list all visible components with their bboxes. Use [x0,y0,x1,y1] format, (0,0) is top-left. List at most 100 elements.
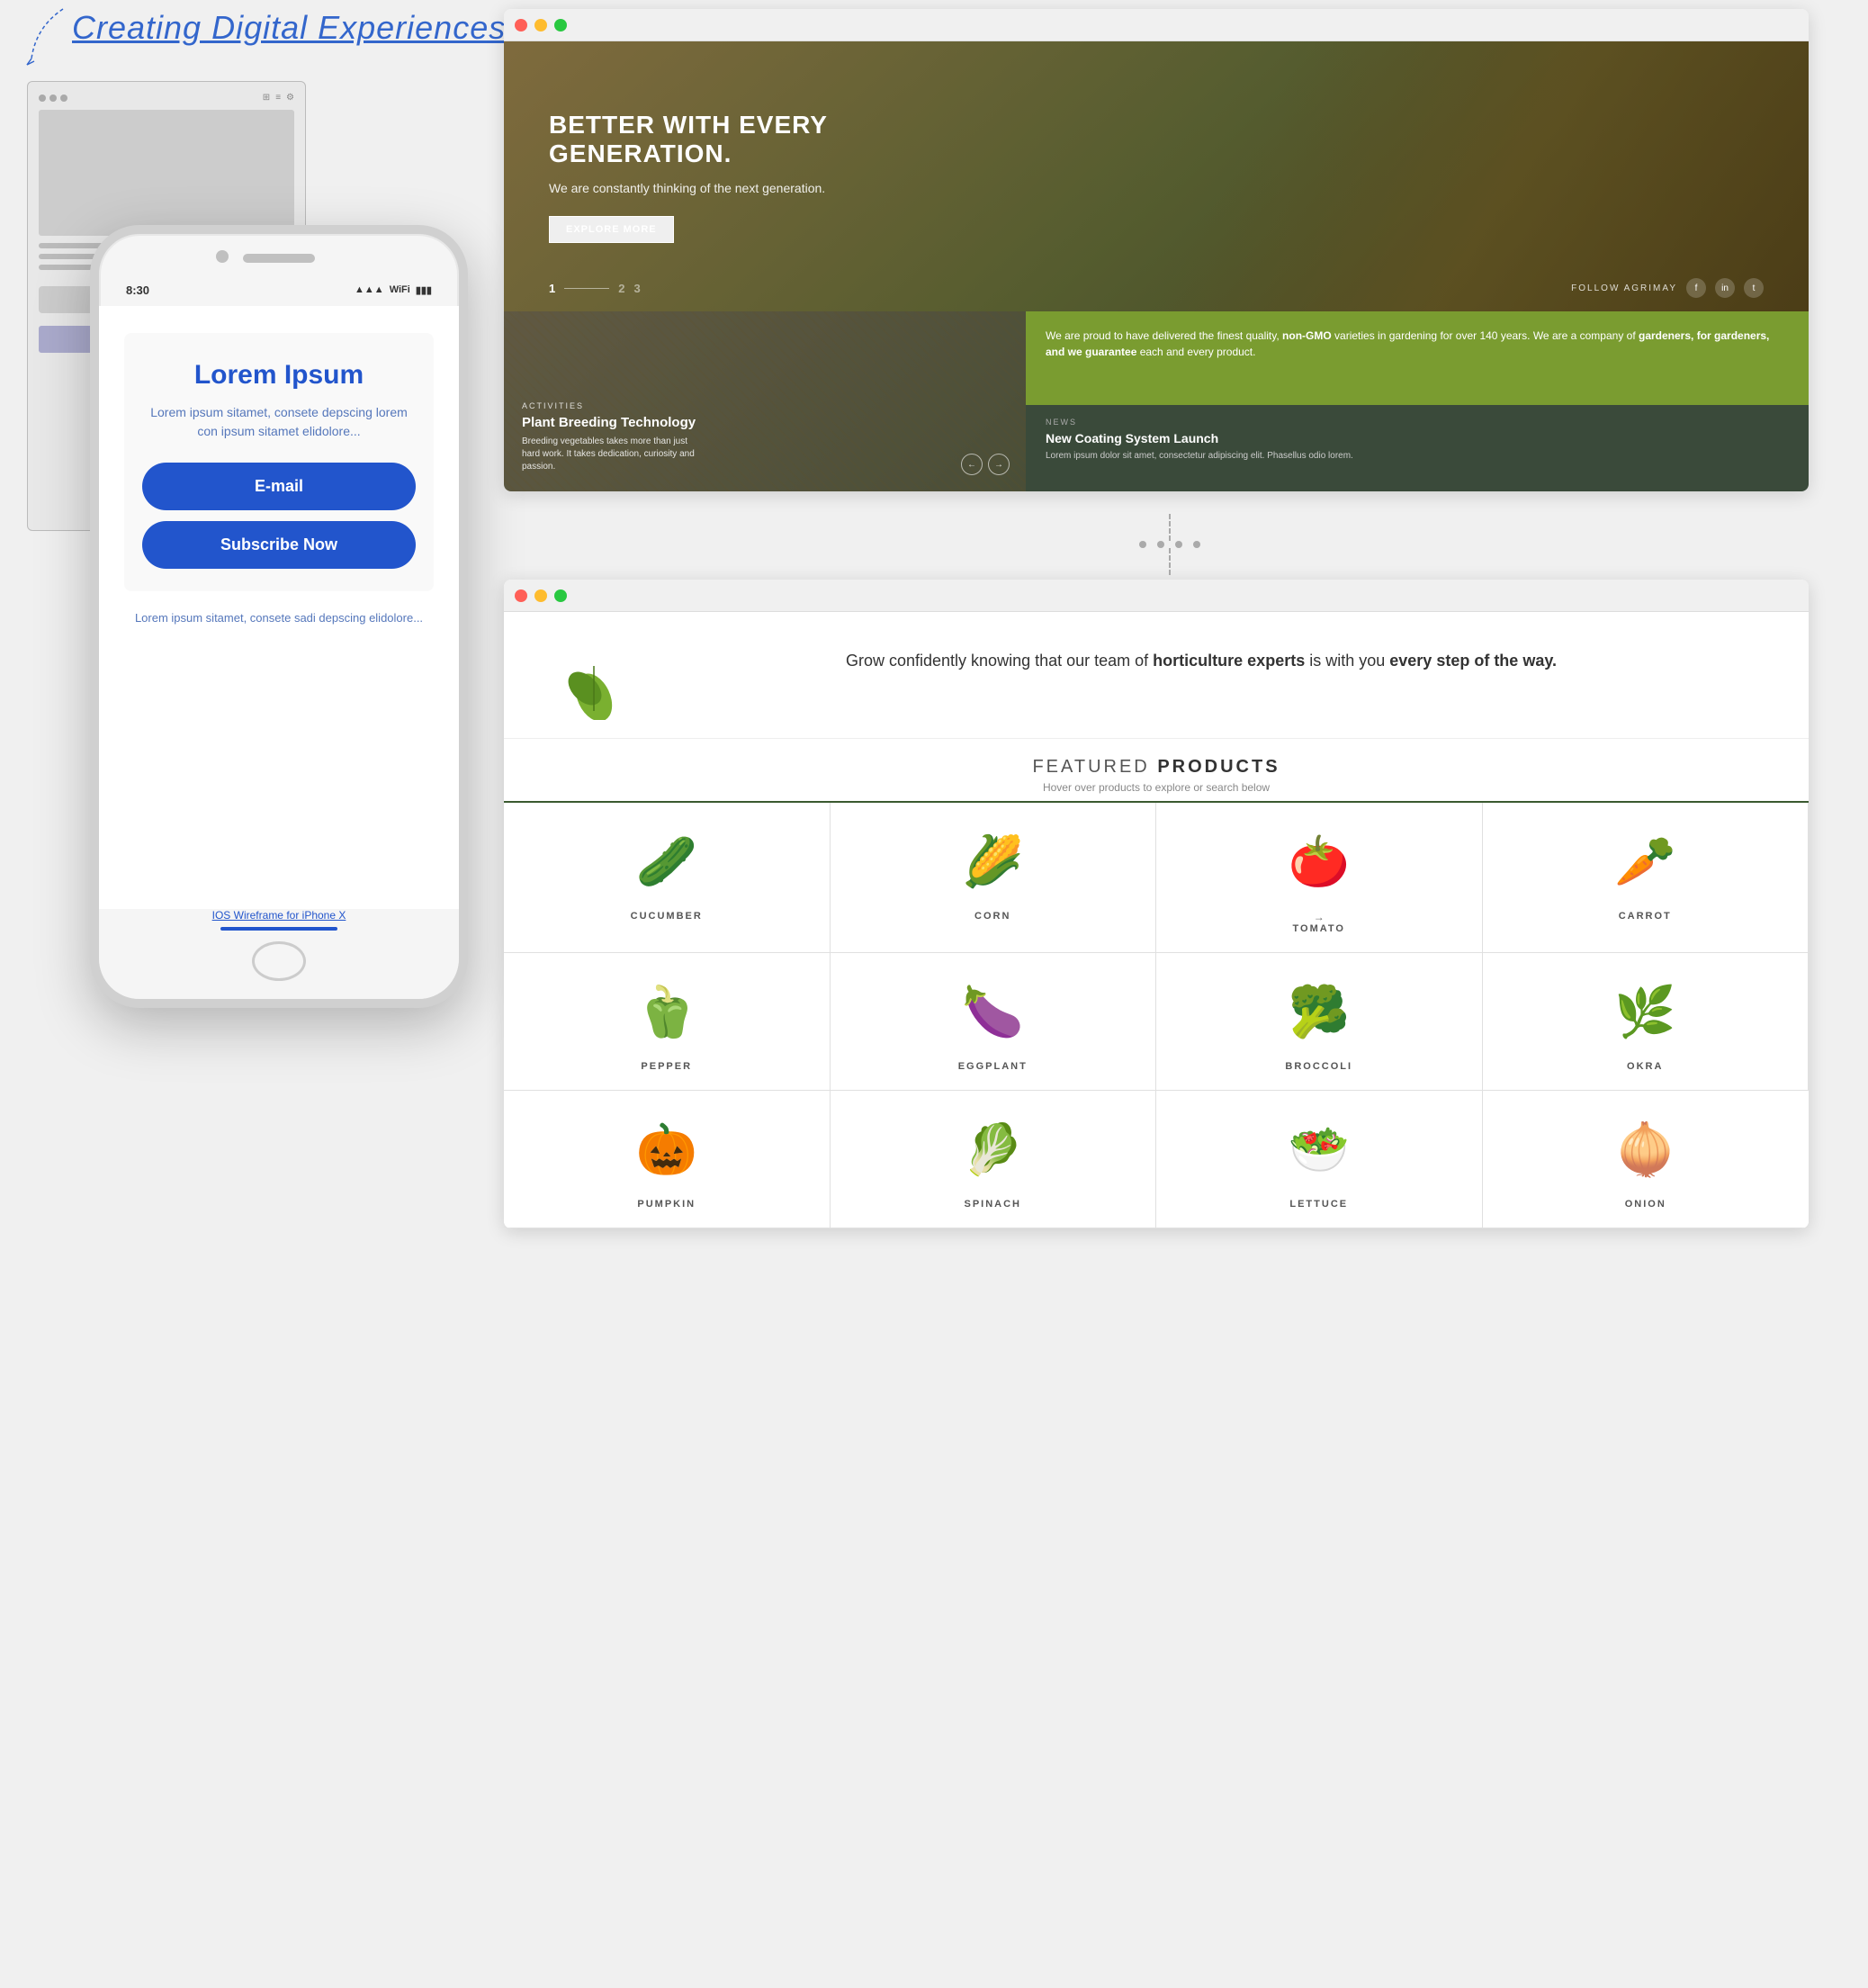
product-icon-area: 🥬 [844,1109,1143,1190]
product-icon-area: 🥕 [1496,821,1795,902]
product-cell-onion[interactable]: 🧅ONION [1483,1091,1810,1228]
browser-titlebar-2 [504,580,1809,612]
product-cell-lettuce[interactable]: 🥗 LETTUCE [1156,1091,1483,1228]
facebook-icon[interactable]: f [1686,278,1706,298]
iphone-status-bar: 8:30 ▲▲▲ WiFi ▮▮▮ [99,277,459,302]
traffic-light-yellow[interactable] [534,19,547,31]
product-cell-tomato[interactable]: 🍅 →TOMATO [1156,803,1483,953]
connector-line-top [1169,514,1171,541]
product-icon-area: 🌽 [844,821,1143,902]
product-emoji: 🍅 [1289,832,1350,891]
product-cell-pepper[interactable]: 🫑 PEPPER [504,953,831,1091]
iphone-hero-block: Lorem Ipsum Lorem ipsum sitamet, consete… [124,333,434,591]
agri-social: FOLLOW AGRIMAY f in t [1571,278,1764,298]
main-title: Creating Digital Experiences [72,9,506,46]
product-name: PEPPER [517,1061,816,1072]
agri-img-desc: Breeding vegetables takes more than just… [522,436,702,473]
product-name: LETTUCE [1170,1199,1468,1210]
products-header-title: FEATURED PRODUCTS [504,757,1809,778]
agri-dark-card: NEWS New Coating System Launch Lorem ips… [1026,405,1809,491]
product-emoji: 🥦 [1289,983,1350,1041]
product-emoji: 🧅 [1615,1120,1676,1179]
product-name: BROCCOLI [1170,1061,1468,1072]
product-cell-corn[interactable]: 🌽 CORN [831,803,1157,953]
product-icon-area: 🫑 [517,971,816,1052]
product-name: OKRA [1496,1061,1795,1072]
email-button[interactable]: E-mail [142,463,416,510]
agri-green-card-text: We are proud to have delivered the fines… [1046,329,1769,358]
product-name: CORN [844,911,1143,922]
twitter-icon[interactable]: t [1744,278,1764,298]
linkedin-icon[interactable]: in [1715,278,1735,298]
product-emoji: 🫑 [636,983,697,1041]
iphone-bottom-label: IOS Wireframe for iPhone X [212,909,346,922]
product-emoji: 🌿 [1614,983,1675,1041]
products-intro-text: Grow confidently knowing that our team o… [648,648,1755,674]
connector-dot [1139,541,1146,548]
agri-img-title: Plant Breeding Technology [522,415,702,430]
traffic-light-red-2[interactable] [515,589,527,602]
iphone-screen-subtitle: Lorem ipsum sitamet, consete depscing lo… [142,403,416,441]
agri-dark-tag: NEWS [1046,418,1789,427]
iphone-body: 8:30 ▲▲▲ WiFi ▮▮▮ Lorem Ipsum Lorem ipsu… [90,225,468,1008]
nav-num-3[interactable]: 3 [633,282,640,295]
agri-img-arrow: ← → [961,454,1010,475]
iphone-footer-text: Lorem ipsum sitamet, consete sadi depsci… [124,609,434,627]
product-name: PUMPKIN [517,1199,816,1210]
products-label: PRODUCTS [1157,757,1280,777]
iphone-progress-bar [220,927,337,931]
top-left-section: Creating Digital Experiences [72,9,522,47]
products-header-sub: Hover over products to explore or search… [504,781,1809,794]
iphone-mockup: 8:30 ▲▲▲ WiFi ▮▮▮ Lorem Ipsum Lorem ipsu… [90,225,468,1008]
product-emoji: 🥕 [1614,832,1675,891]
explore-more-button[interactable]: EXPLORE MORE [549,216,674,243]
social-label: FOLLOW AGRIMAY [1571,283,1677,293]
product-cell-spinach[interactable]: 🥬SPINACH [831,1091,1157,1228]
agri-hero: BETTER WITH EVERY GENERATION. We are con… [504,41,1809,311]
product-icon-area: 🍅 [1170,821,1468,902]
wf-dot [49,94,57,102]
iphone-status-icons: ▲▲▲ WiFi ▮▮▮ [355,284,432,296]
subscribe-button[interactable]: Subscribe Now [142,521,416,569]
connector-dot [1157,541,1164,548]
product-cell-okra[interactable]: 🌿 OKRA [1483,953,1810,1091]
traffic-light-yellow-2[interactable] [534,589,547,602]
agri-hero-nav: 1 2 3 [549,282,641,295]
right-area: BETTER WITH EVERY GENERATION. We are con… [504,9,1836,1228]
traffic-light-green[interactable] [554,19,567,31]
agri-below-hero: ACTIVITIES Plant Breeding Technology Bre… [504,311,1809,491]
product-cell-cucumber[interactable]: 🥒CUCUMBER [504,803,831,953]
iphone-bottom-bar: IOS Wireframe for iPhone X [99,909,459,999]
product-cell-pumpkin[interactable]: 🎃PUMPKIN [504,1091,831,1228]
iphone-screen-content: Lorem Ipsum Lorem ipsum sitamet, consete… [99,306,459,645]
products-intro: Grow confidently knowing that our team o… [504,612,1809,738]
traffic-light-green-2[interactable] [554,589,567,602]
traffic-light-red[interactable] [515,19,527,31]
agri-hero-content: BETTER WITH EVERY GENERATION. We are con… [549,111,909,243]
iphone-camera [216,250,229,263]
agri-left-image-content: ACTIVITIES Plant Breeding Technology Bre… [522,401,702,473]
product-arrow: → [1170,911,1468,923]
nav-num-1[interactable]: 1 [549,282,555,295]
product-cell-eggplant[interactable]: 🍆EGGPLANT [831,953,1157,1091]
agri-hero-title: BETTER WITH EVERY GENERATION. [549,111,909,168]
iphone-speaker [243,254,315,263]
agri-img-tag: ACTIVITIES [522,401,702,410]
product-cell-broccoli[interactable]: 🥦 BROCCOLI [1156,953,1483,1091]
iphone-time: 8:30 [126,283,149,297]
agri-right-cards: We are proud to have delivered the fines… [1026,311,1809,491]
browser-window-1: BETTER WITH EVERY GENERATION. We are con… [504,9,1809,491]
arrow-next[interactable]: → [988,454,1010,475]
product-emoji: 🥒 [636,832,697,891]
battery-icon: ▮▮▮ [416,284,432,296]
product-emoji: 🥗 [1289,1120,1350,1179]
product-icon-area: 🥒 [517,821,816,902]
featured-label: FEATURED [1032,757,1149,777]
product-name: EGGPLANT [844,1061,1143,1072]
product-name: TOMATO [1170,923,1468,934]
product-cell-carrot[interactable]: 🥕CARROT [1483,803,1810,953]
leaf-decoration [558,648,630,720]
arrow-prev[interactable]: ← [961,454,983,475]
iphone-home-button[interactable] [252,941,306,981]
nav-num-2[interactable]: 2 [618,282,624,295]
